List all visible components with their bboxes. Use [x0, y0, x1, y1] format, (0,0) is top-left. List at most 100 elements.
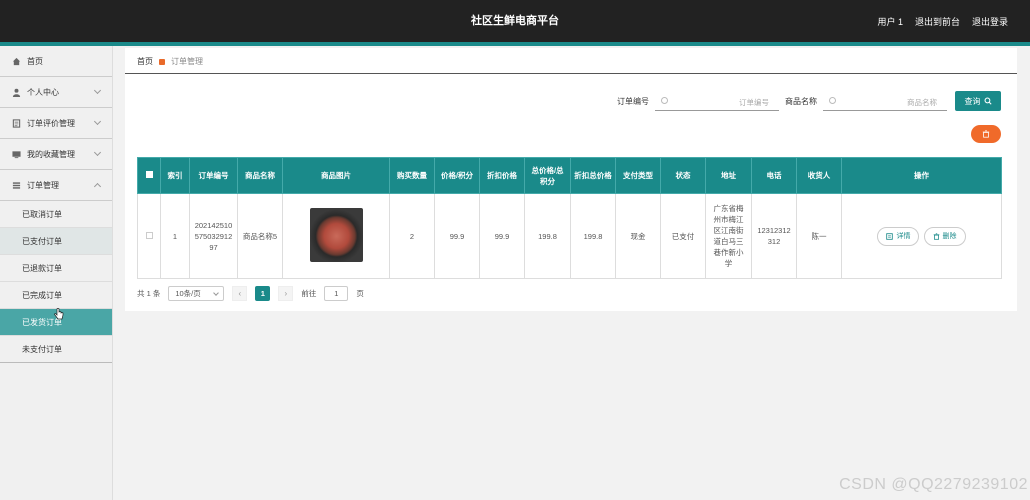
product-image — [309, 208, 363, 262]
cell-address: 广东省梅州市梅江区江南街道白马三巷作新小学 — [705, 193, 752, 279]
sidebar-sub-refunded-orders[interactable]: 已退款订单 — [0, 255, 112, 282]
product-name-placeholder: 商品名称 — [907, 97, 937, 107]
col-header: 收货人 — [796, 157, 842, 194]
col-header: 索引 — [160, 157, 190, 194]
content-panel: 首页 订单管理 订单编号 订单编号 商品名称 商品名称 查询 索引 订单编号 商 — [125, 48, 1017, 311]
sidebar-sub-paid-orders[interactable]: 已支付订单 — [0, 228, 112, 255]
detail-button[interactable]: 详情 — [877, 226, 920, 246]
cell-receiver: 陈一 — [796, 193, 842, 279]
page-size-value: 10条/页 — [175, 289, 201, 298]
next-page-button[interactable]: › — [278, 286, 294, 301]
order-no-label: 订单编号 — [617, 96, 649, 106]
sidebar-sub-cancelled-orders[interactable]: 已取消订单 — [0, 201, 112, 228]
product-name-label: 商品名称 — [785, 96, 817, 106]
breadcrumb-divider — [125, 73, 1017, 74]
delete-button-label: 删除 — [942, 233, 957, 240]
sidebar-item-label: 个人中心 — [27, 87, 59, 97]
back-to-front-link[interactable]: 退出到前台 — [915, 15, 960, 28]
cell-index: 1 — [160, 193, 190, 279]
sidebar-item-home[interactable]: 首页 — [0, 46, 112, 77]
sidebar-item-personal-center[interactable]: 个人中心 — [0, 77, 112, 108]
cell-product-image — [282, 193, 390, 279]
sidebar-item-order-management[interactable]: 订单管理 — [0, 170, 112, 201]
sidebar: 首页 个人中心 订单评价管理 我的收藏管理 订单管理 已取消订单 已支付订单 已… — [0, 46, 113, 500]
table-header-row: 索引 订单编号 商品名称 商品图片 购买数量 价格/积分 折扣价格 总价格/总积… — [137, 157, 1002, 194]
col-header: 商品名称 — [237, 157, 283, 194]
trash-icon — [933, 232, 939, 240]
cell-status: 已支付 — [660, 193, 706, 279]
chevron-down-icon — [93, 117, 102, 126]
product-name-input[interactable]: 商品名称 — [823, 92, 947, 111]
sidebar-item-label: 我的收藏管理 — [27, 149, 75, 159]
header-accent-bar — [0, 42, 1030, 46]
user-menu[interactable]: 用户 1 — [877, 15, 903, 28]
detail-icon — [886, 232, 894, 240]
home-icon — [12, 57, 21, 66]
logout-link[interactable]: 退出登录 — [972, 15, 1008, 28]
sidebar-item-favorites[interactable]: 我的收藏管理 — [0, 139, 112, 170]
search-bar: 订单编号 订单编号 商品名称 商品名称 查询 — [617, 91, 1001, 111]
col-header: 状态 — [660, 157, 706, 194]
sidebar-sub-completed-orders[interactable]: 已完成订单 — [0, 282, 112, 309]
order-no-input[interactable]: 订单编号 — [655, 92, 779, 111]
query-button-label: 查询 — [964, 96, 981, 106]
col-header: 总价格/总积分 — [524, 157, 571, 194]
sidebar-item-order-review[interactable]: 订单评价管理 — [0, 108, 112, 139]
col-header: 电话 — [751, 157, 797, 194]
row-checkbox[interactable] — [145, 231, 153, 239]
cell-discount-total: 199.8 — [570, 193, 616, 279]
col-header: 购买数量 — [389, 157, 435, 194]
col-header: 折扣总价格 — [570, 157, 616, 194]
batch-delete-button[interactable] — [971, 125, 1001, 143]
top-links: 用户 1 退出到前台 退出登录 — [877, 0, 1008, 42]
chevron-down-icon — [213, 290, 220, 296]
pager-total: 共 1 条 — [137, 289, 161, 298]
sidebar-item-label: 首页 — [27, 56, 43, 66]
app-title: 社区生鲜电商平台 — [471, 15, 559, 27]
sidebar-item-label: 订单管理 — [27, 180, 59, 190]
search-icon — [661, 97, 668, 104]
cell-price: 99.9 — [434, 193, 480, 279]
doc-icon — [12, 118, 21, 128]
search-icon — [829, 97, 836, 104]
sidebar-item-label: 订单评价管理 — [27, 118, 75, 128]
cell-discount-price: 99.9 — [479, 193, 525, 279]
cell-pay-type: 现金 — [615, 193, 661, 279]
search-icon — [984, 97, 992, 105]
watermark: CSDN @QQ2279239102 — [839, 476, 1028, 493]
list-icon — [12, 181, 21, 190]
table-row: 1 20214251057503291297 商品名称5 2 99.9 99.9… — [137, 193, 1002, 279]
page-number-current[interactable]: 1 — [255, 286, 271, 301]
chevron-down-icon — [93, 148, 102, 157]
monitor-icon — [12, 150, 21, 159]
user-icon — [12, 88, 21, 97]
chevron-up-icon — [93, 182, 102, 191]
prev-page-button[interactable]: ‹ — [232, 286, 248, 301]
hand-cursor-icon — [54, 307, 64, 324]
select-all-header[interactable] — [137, 157, 161, 194]
row-select-cell — [137, 193, 161, 279]
cell-total: 199.8 — [524, 193, 571, 279]
cell-order-no: 20214251057503291297 — [189, 193, 238, 279]
col-header: 折扣价格 — [479, 157, 525, 194]
col-header: 商品图片 — [282, 157, 390, 194]
orders-table: 索引 订单编号 商品名称 商品图片 购买数量 价格/积分 折扣价格 总价格/总积… — [137, 157, 1002, 279]
sidebar-sub-unpaid-orders[interactable]: 未支付订单 — [0, 336, 112, 363]
col-header: 订单编号 — [189, 157, 238, 194]
order-no-placeholder: 订单编号 — [739, 97, 769, 107]
chevron-down-icon — [93, 86, 102, 95]
breadcrumb-home[interactable]: 首页 — [137, 56, 153, 67]
breadcrumb-current: 订单管理 — [171, 57, 203, 66]
delete-button[interactable]: 删除 — [923, 226, 966, 246]
col-header: 支付类型 — [615, 157, 661, 194]
col-header: 操作 — [841, 157, 1002, 194]
query-button[interactable]: 查询 — [955, 91, 1001, 111]
col-header: 地址 — [705, 157, 752, 194]
breadcrumb-separator-icon — [159, 58, 165, 65]
goto-page-input[interactable]: 1 — [324, 286, 349, 301]
select-all-checkbox[interactable] — [145, 171, 153, 178]
goto-label: 前往 — [301, 289, 317, 298]
detail-button-label: 详情 — [896, 233, 911, 240]
page-size-select[interactable]: 10条/页 — [168, 286, 225, 301]
breadcrumb: 首页 订单管理 — [137, 56, 203, 67]
